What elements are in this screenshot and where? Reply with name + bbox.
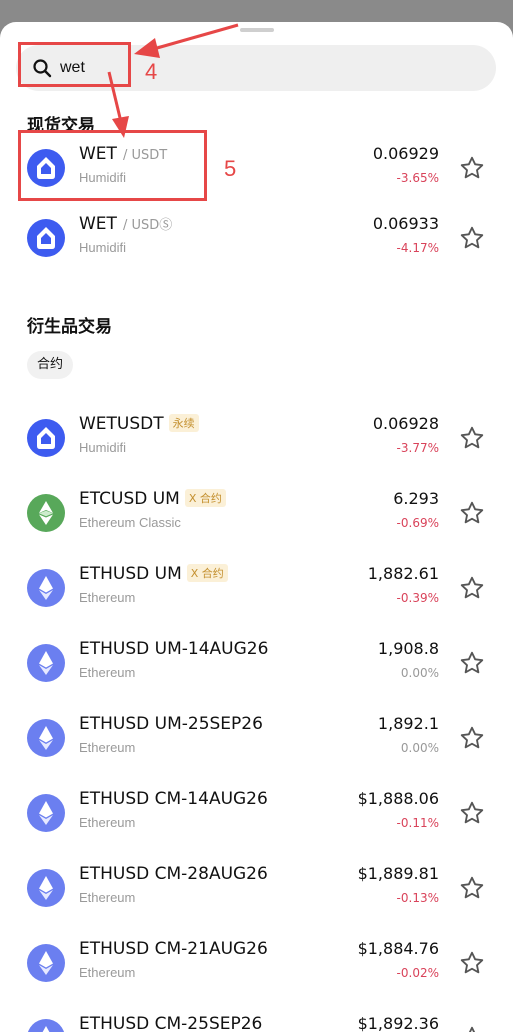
asset-name: Ethereum — [79, 590, 136, 605]
change: -0.39% — [396, 591, 439, 605]
eth-icon — [27, 644, 65, 682]
section-title-derivatives: 衍生品交易 — [27, 317, 112, 337]
change: 0.00% — [400, 741, 439, 755]
list-item-derivative-1[interactable]: ETCUSD UM X 合约 Ethereum Classic 6.293 -0.69% — [0, 475, 513, 550]
symbol: ETHUSD UM-25SEP26 — [79, 714, 263, 734]
asset-name: Humidifi — [79, 240, 126, 255]
change: -4.17% — [396, 241, 439, 255]
annotation-label-5: 5 — [224, 156, 237, 181]
eth-icon — [27, 794, 65, 832]
price: 1,882.61 — [367, 564, 439, 583]
change: -0.69% — [396, 516, 439, 530]
symbol: ETHUSD CM-28AUG26 — [79, 864, 268, 884]
price: $1,884.76 — [357, 939, 439, 958]
star-icon[interactable] — [459, 575, 485, 601]
change: -3.77% — [396, 441, 439, 455]
star-icon[interactable] — [459, 950, 485, 976]
contract-tag: 永续 — [168, 414, 199, 432]
contract-tag: X 合约 — [186, 564, 228, 582]
price: $1,892.36 — [357, 1014, 439, 1032]
change: -0.02% — [396, 966, 439, 980]
list-item-derivative-5[interactable]: ETHUSD CM-14AUG26 Ethereum $1,888.06 -0.11% — [0, 775, 513, 850]
star-icon[interactable] — [459, 155, 485, 181]
asset-name: Ethereum — [79, 740, 136, 755]
price: 0.06929 — [372, 144, 439, 163]
price: $1,889.81 — [357, 864, 439, 883]
symbol: ETHUSD CM-25SEP26 — [79, 1014, 263, 1032]
drag-handle[interactable] — [240, 28, 274, 32]
price: 0.06928 — [372, 414, 439, 433]
humidifi-icon — [27, 219, 65, 257]
price: 1,892.1 — [377, 714, 439, 733]
symbol: WET / USDⓈ — [79, 214, 173, 234]
eth-icon — [27, 869, 65, 907]
star-icon[interactable] — [459, 225, 485, 251]
eth-icon — [27, 944, 65, 982]
price: 6.293 — [393, 489, 439, 508]
star-icon[interactable] — [459, 1025, 485, 1032]
list-item-derivative-7[interactable]: ETHUSD CM-21AUG26 Ethereum $1,884.76 -0.02% — [0, 925, 513, 1000]
list-item-derivative-4[interactable]: ETHUSD UM-25SEP26 Ethereum 1,892.1 0.00% — [0, 700, 513, 775]
asset-name: Ethereum — [79, 965, 136, 980]
list-item-derivative-6[interactable]: ETHUSD CM-28AUG26 Ethereum $1,889.81 -0.13% — [0, 850, 513, 925]
filter-chip-contracts[interactable]: 合约 — [27, 351, 74, 379]
symbol: ETCUSD UM X 合约 — [79, 489, 226, 509]
eth-icon — [27, 569, 65, 607]
star-icon[interactable] — [459, 500, 485, 526]
symbol: ETHUSD CM-21AUG26 — [79, 939, 268, 959]
asset-name: Ethereum — [79, 890, 136, 905]
price: $1,888.06 — [357, 789, 439, 808]
asset-name: Ethereum Classic — [79, 515, 181, 530]
change: -3.65% — [396, 171, 439, 185]
symbol: WETUSDT 永续 — [79, 414, 199, 434]
annotation-label-4: 4 — [145, 59, 158, 84]
star-icon[interactable] — [459, 725, 485, 751]
symbol: ETHUSD UM-14AUG26 — [79, 639, 269, 659]
change: -0.11% — [396, 816, 439, 830]
etc-icon — [27, 494, 65, 532]
star-icon[interactable] — [459, 875, 485, 901]
list-item-spot-1[interactable]: WET / USDⓈ Humidifi 0.06933 -4.17% — [0, 200, 513, 275]
list-item-derivative-8[interactable]: ETHUSD CM-25SEP26Ethereum$1,892.36 — [0, 1000, 513, 1032]
asset-name: Ethereum — [79, 665, 136, 680]
annotation-box-search — [18, 42, 131, 87]
star-icon[interactable] — [459, 425, 485, 451]
asset-name: Humidifi — [79, 440, 126, 455]
symbol: ETHUSD CM-14AUG26 — [79, 789, 268, 809]
symbol: ETHUSD UM X 合约 — [79, 564, 228, 584]
eth-icon — [27, 719, 65, 757]
change: 0.00% — [400, 666, 439, 680]
asset-name: Ethereum — [79, 815, 136, 830]
eth-icon — [27, 1019, 65, 1032]
annotation-box-first-result — [18, 130, 207, 201]
list-item-derivative-2[interactable]: ETHUSD UM X 合约 Ethereum 1,882.61 -0.39% — [0, 550, 513, 625]
star-icon[interactable] — [459, 650, 485, 676]
price: 0.06933 — [372, 214, 439, 233]
star-icon[interactable] — [459, 800, 485, 826]
price: 1,908.8 — [377, 639, 439, 658]
humidifi-icon — [27, 419, 65, 457]
list-item-derivative-3[interactable]: ETHUSD UM-14AUG26 Ethereum 1,908.8 0.00% — [0, 625, 513, 700]
change: -0.13% — [396, 891, 439, 905]
list-item-derivative-0[interactable]: WETUSDT 永续 Humidifi 0.06928 -3.77% — [0, 400, 513, 475]
contract-tag: X 合约 — [184, 489, 226, 507]
